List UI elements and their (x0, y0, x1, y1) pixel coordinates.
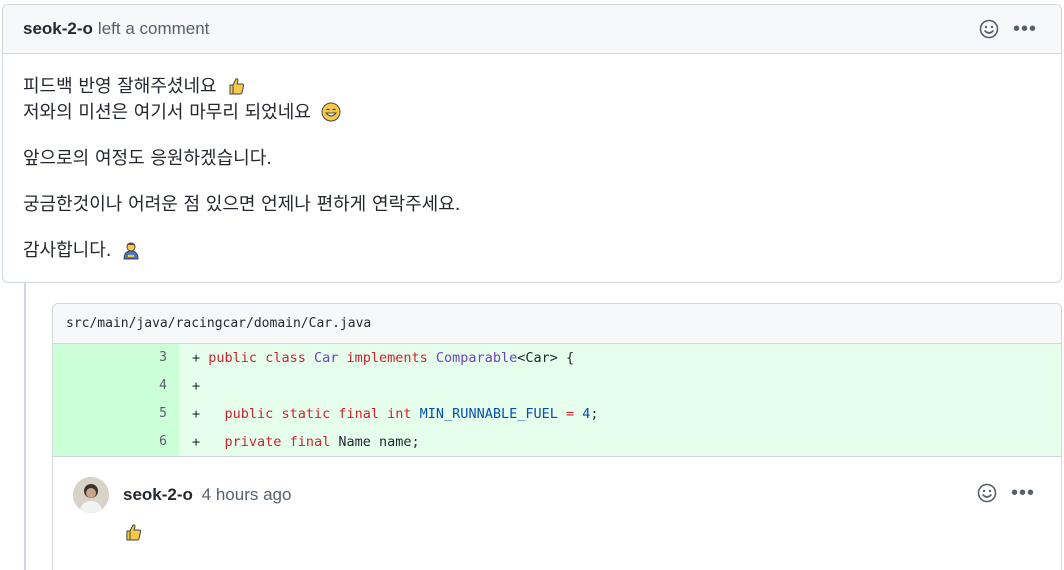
timeline-line (24, 283, 26, 570)
diff-code-line: + (179, 372, 1061, 400)
diff-code-line: + private final Name name; (179, 428, 1061, 456)
comment-action: left a comment (97, 19, 210, 38)
comment-paragraph: 앞으로의 여정도 응원하겠습니다. (23, 148, 273, 169)
more-options-icon[interactable]: ••• (1011, 483, 1035, 503)
diff-row: 3 + public class Car implements Comparab… (53, 344, 1061, 372)
reply-timestamp[interactable]: 4 hours ago (202, 485, 292, 504)
review-thread: src/main/java/racingcar/domain/Car.java … (52, 303, 1062, 570)
thumbs-up-icon (229, 78, 245, 95)
reply-comment: seok-2-o 4 hours ago ••• (53, 456, 1061, 566)
diff-line-number[interactable]: 3 (53, 344, 179, 372)
diff-code-line: + public class Car implements Comparable… (179, 344, 1061, 372)
comment-author[interactable]: seok-2-o (23, 19, 93, 39)
comment-paragraph: 감사합니다. (23, 238, 1041, 264)
person-bowing-icon (123, 242, 139, 260)
thumbs-up-icon (126, 524, 142, 541)
comment-line: 감사합니다. (23, 240, 112, 261)
avatar-image (73, 477, 109, 513)
diff-line-number[interactable]: 6 (53, 428, 179, 456)
more-options-icon[interactable]: ••• (1013, 19, 1037, 39)
diff-line-number[interactable]: 4 (53, 372, 179, 400)
add-reaction-icon[interactable] (977, 483, 997, 503)
diff-row: 4 + (53, 372, 1061, 400)
comment-line: 피드백 반영 잘해주셨네요 (23, 76, 217, 97)
comment-body: 피드백 반영 잘해주셨네요 저와의 미션은 여기서 마무리 되었네요 앞으로의 … (3, 54, 1061, 284)
grinning-face-icon (321, 102, 341, 122)
diff-line-number[interactable]: 5 (53, 400, 179, 428)
diff-row: 6 + private final Name name; (53, 428, 1061, 456)
avatar[interactable] (73, 477, 109, 513)
comment-header-actions: ••• (979, 19, 1037, 39)
add-reaction-icon[interactable] (979, 19, 999, 39)
diff-row: 5 + public static final int MIN_RUNNABLE… (53, 400, 1061, 428)
reply-meta: seok-2-o 4 hours ago (123, 485, 291, 505)
file-path[interactable]: src/main/java/racingcar/domain/Car.java (53, 304, 1061, 344)
comment-header: seok-2-o left a comment ••• (3, 5, 1061, 54)
comment-paragraph: 피드백 반영 잘해주셨네요 저와의 미션은 여기서 마무리 되었네요 (23, 74, 1041, 126)
diff-code-line: + public static final int MIN_RUNNABLE_F… (179, 400, 1061, 428)
comment-line: 저와의 미션은 여기서 마무리 되었네요 (23, 102, 311, 123)
reply-author[interactable]: seok-2-o (123, 485, 193, 504)
reply-actions: ••• (977, 483, 1035, 503)
comment-card: seok-2-o left a comment ••• 피드백 반영 잘해주셨네… (2, 4, 1062, 283)
comment-paragraph: 궁금한것이나 어려운 점 있으면 언제나 편하게 연락주세요. (23, 194, 461, 215)
reply-body (123, 522, 143, 547)
